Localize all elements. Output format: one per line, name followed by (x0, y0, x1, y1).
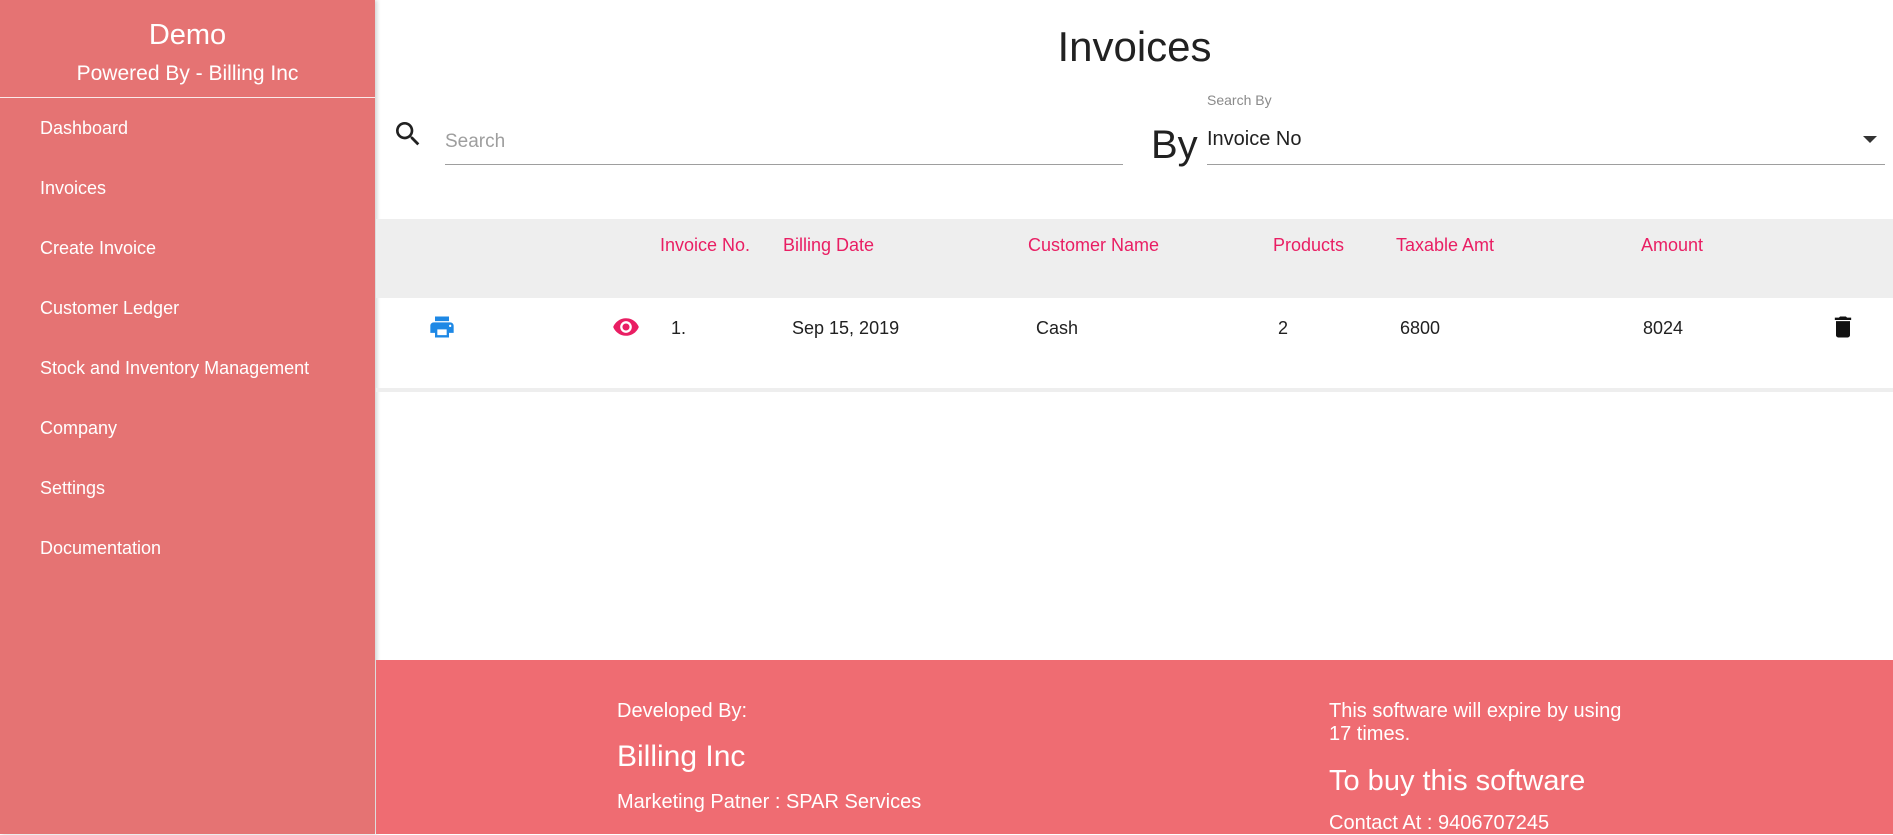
column-header-customer-name[interactable]: Customer Name (1028, 219, 1159, 271)
table-row: 1. Sep 15, 2019 Cash 2 6800 8024 (376, 298, 1893, 392)
search-by-value: Invoice No (1207, 128, 1302, 150)
search-icon[interactable] (392, 118, 424, 150)
sidebar-item-stock-inventory[interactable]: Stock and Inventory Management (0, 338, 375, 398)
column-header-products[interactable]: Products (1273, 219, 1344, 271)
column-header-invoice-no[interactable]: Invoice No. (660, 219, 750, 271)
sidebar-item-dashboard[interactable]: Dashboard (0, 98, 375, 158)
cell-amount: 8024 (1643, 318, 1684, 338)
cell-taxable-amt: 6800 (1400, 318, 1441, 338)
print-icon[interactable] (428, 313, 456, 341)
search-by-caption: Search By (1207, 92, 1272, 108)
sidebar-item-invoices[interactable]: Invoices (0, 158, 375, 218)
search-input[interactable] (445, 120, 1123, 165)
cell-customer-name: Cash (1036, 318, 1079, 338)
column-header-taxable-amt[interactable]: Taxable Amt (1396, 219, 1494, 271)
footer-expiry-line1: This software will expire by using (1329, 700, 1622, 722)
cell-products: 2 (1278, 318, 1289, 338)
sidebar-item-documentation[interactable]: Documentation (0, 518, 375, 578)
main-content: Invoices By Search By Invoice No Invoice… (376, 0, 1893, 660)
cell-invoice-no: 1. (671, 318, 687, 338)
footer-developed-by-label: Developed By: (617, 700, 748, 722)
by-label: By (1151, 123, 1198, 167)
brand-subtitle: Powered By - Billing Inc (76, 62, 299, 85)
brand: Demo Powered By - Billing Inc (0, 0, 375, 98)
search-by-select[interactable]: Invoice No (1207, 120, 1885, 165)
table-header: Invoice No. Billing Date Customer Name P… (376, 219, 1893, 298)
sidebar: Demo Powered By - Billing Inc Dashboard … (0, 0, 375, 834)
sidebar-item-customer-ledger[interactable]: Customer Ledger (0, 278, 375, 338)
page-title: Invoices (1057, 23, 1212, 70)
brand-title: Demo (148, 19, 227, 51)
sidebar-item-company[interactable]: Company (0, 398, 375, 458)
eye-icon[interactable] (612, 313, 640, 341)
footer-developer-name: Billing Inc (617, 740, 746, 773)
sidebar-item-settings[interactable]: Settings (0, 458, 375, 518)
footer-contact: Contact At : 9406707245 (1329, 812, 1550, 834)
sidebar-nav: Dashboard Invoices Create Invoice Custom… (0, 98, 375, 578)
column-header-amount[interactable]: Amount (1641, 219, 1703, 271)
sidebar-item-create-invoice[interactable]: Create Invoice (0, 218, 375, 278)
footer-buy-software: To buy this software (1329, 765, 1586, 797)
cell-billing-date: Sep 15, 2019 (792, 318, 900, 338)
delete-icon[interactable] (1829, 313, 1857, 341)
footer-marketing-partner: Marketing Patner : SPAR Services (617, 791, 922, 813)
footer-expiry-line2: 17 times. (1329, 723, 1411, 745)
column-header-billing-date[interactable]: Billing Date (783, 219, 874, 271)
footer: Developed By: Billing Inc Marketing Patn… (376, 660, 1893, 834)
dropdown-arrow-icon (1863, 136, 1877, 143)
